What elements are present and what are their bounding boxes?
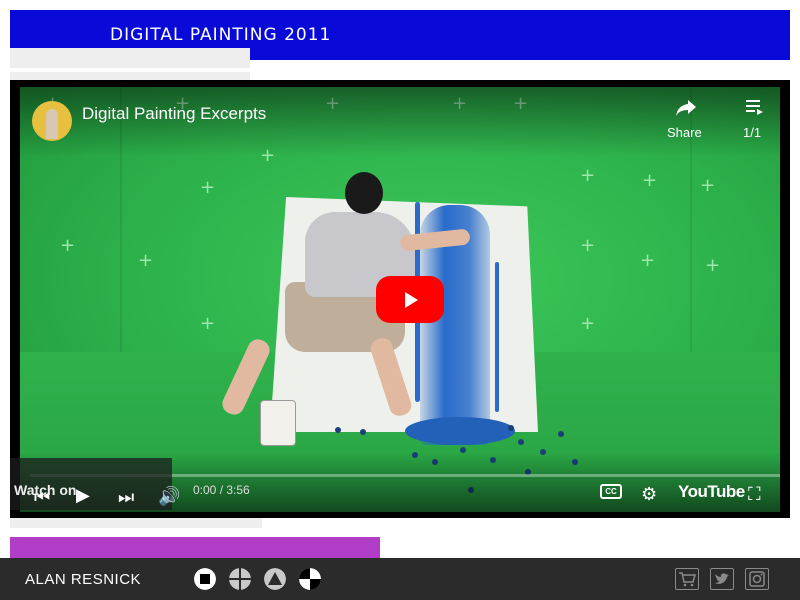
playlist-icon[interactable] xyxy=(744,97,764,123)
triangle-circle-icon[interactable] xyxy=(264,568,286,590)
site-footer: ALAN RESNICK xyxy=(0,558,800,600)
play-button[interactable] xyxy=(376,276,444,323)
tracking-mark: + xyxy=(138,250,154,271)
tracking-mark: + xyxy=(642,170,658,191)
paint-ball xyxy=(360,429,366,435)
paint-ball xyxy=(508,425,514,431)
stop-circle-icon[interactable] xyxy=(194,568,216,590)
playlist-count[interactable]: 1/1 xyxy=(743,125,761,140)
ghost-menu-item xyxy=(10,48,250,68)
painter-head xyxy=(345,172,383,214)
tracking-mark: + xyxy=(580,235,596,256)
ghost-menu-item xyxy=(10,518,262,528)
time-display: 0:00 / 3:56 xyxy=(193,483,250,497)
tracking-mark: + xyxy=(700,175,716,196)
tracking-mark: + xyxy=(640,250,656,271)
play-icon xyxy=(405,291,418,308)
twitter-icon[interactable] xyxy=(710,568,734,590)
cart-icon[interactable] xyxy=(675,568,699,590)
tracking-mark: + xyxy=(705,255,721,276)
paint-ball xyxy=(518,439,524,445)
paint-puddle xyxy=(405,417,515,445)
fullscreen-icon[interactable]: ⛶ xyxy=(748,484,761,505)
tracking-mark: + xyxy=(580,313,596,334)
captions-button[interactable]: CC xyxy=(600,484,622,499)
video-title[interactable]: Digital Painting Excerpts xyxy=(82,104,266,124)
tracking-mark: + xyxy=(200,177,216,198)
tracking-mark: + xyxy=(60,235,76,256)
previous-icon[interactable]: ⏮ xyxy=(34,487,50,508)
banner-title: DIGITAL PAINTING 2011 xyxy=(110,25,332,45)
paint-ball xyxy=(558,431,564,437)
tracking-mark: + xyxy=(200,313,216,334)
next-video-thumbnail[interactable] xyxy=(10,537,380,559)
artist-name[interactable]: ALAN RESNICK xyxy=(25,571,141,588)
tracking-mark: + xyxy=(580,165,596,186)
video-player[interactable]: + + + + + + + + + + + + + + + + + xyxy=(10,80,790,518)
instagram-icon[interactable] xyxy=(745,568,769,590)
share-button-label[interactable]: Share xyxy=(667,125,702,140)
crosshair-circle-icon[interactable] xyxy=(229,568,251,590)
settings-gear-icon[interactable]: ⚙ xyxy=(641,484,657,505)
volume-icon[interactable]: 🔊 xyxy=(158,486,180,507)
channel-avatar[interactable] xyxy=(32,101,72,141)
play-small-icon[interactable]: ▶ xyxy=(76,485,90,506)
video-frame[interactable]: + + + + + + + + + + + + + + + + + xyxy=(20,87,780,512)
youtube-logo[interactable]: YouTube xyxy=(678,482,745,502)
paint-ball xyxy=(335,427,341,433)
quadrant-circle-icon[interactable] xyxy=(299,568,321,590)
paint-drip xyxy=(495,262,499,412)
next-icon[interactable]: ⏭ xyxy=(118,487,134,508)
share-icon[interactable] xyxy=(674,97,698,121)
paint-can xyxy=(260,400,296,446)
